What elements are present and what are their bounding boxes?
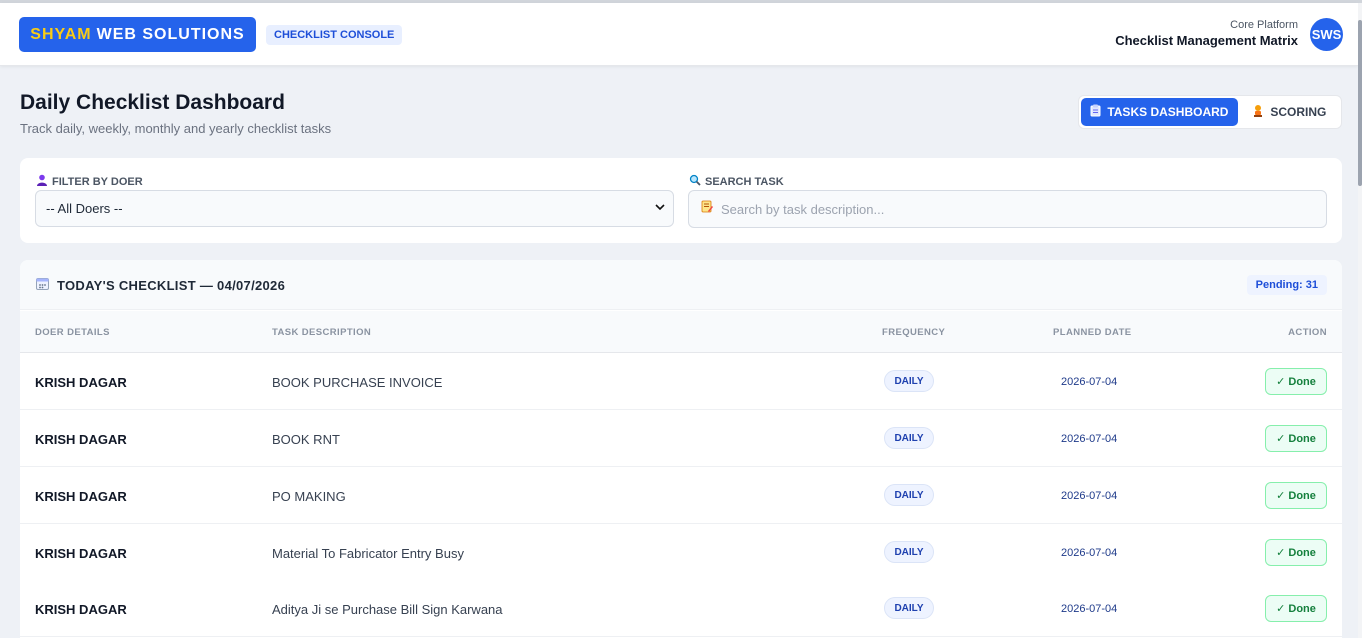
filter-doer-label-wrap: FILTER BY DOER xyxy=(36,174,143,189)
task-description: Material To Fabricator Entry Busy xyxy=(272,546,464,561)
platform-info: Core Platform Checklist Management Matri… xyxy=(1115,19,1298,48)
scrollbar-thumb[interactable] xyxy=(1358,20,1362,186)
task-description: BOOK RNT xyxy=(272,432,340,447)
console-badge: CHECKLIST CONSOLE xyxy=(266,25,403,45)
table-row: KRISH DAGAR Material To Fabricator Entry… xyxy=(20,524,1342,581)
planned-date: 2026-07-04 xyxy=(1061,433,1118,445)
checklist-title: TODAY'S CHECKLIST — 04/07/2026 xyxy=(57,277,286,293)
page-title: Daily Checklist Dashboard xyxy=(20,91,285,114)
filter-panel: FILTER BY DOER -- All Doers -- SEARCH TA… xyxy=(20,158,1342,243)
doer-name: KRISH DAGAR xyxy=(35,602,127,617)
clipboard-icon xyxy=(1090,104,1101,120)
page-subtitle: Track daily, weekly, monthly and yearly … xyxy=(20,121,332,136)
table-row: KRISH DAGAR BOOK PURCHASE INVOICE DAILY … xyxy=(20,353,1342,410)
search-input[interactable] xyxy=(721,201,1301,217)
tab-scoring-label: SCORING xyxy=(1270,105,1327,119)
memo-icon xyxy=(701,200,713,218)
col-task-description: TASK DESCRIPTION xyxy=(272,327,372,338)
platform-title: Checklist Management Matrix xyxy=(1115,33,1298,48)
chevron-down-icon xyxy=(655,202,665,214)
doer-name: KRISH DAGAR xyxy=(35,432,127,447)
trophy-icon xyxy=(1252,104,1264,120)
doer-name: KRISH DAGAR xyxy=(35,375,127,390)
filter-doer-label: FILTER BY DOER xyxy=(52,175,143,188)
task-description: Aditya Ji se Purchase Bill Sign Karwana xyxy=(272,602,503,617)
frequency-badge: DAILY xyxy=(884,427,934,449)
checklist-title-wrap: TODAY'S CHECKLIST — 04/07/2026 xyxy=(36,277,285,293)
done-button[interactable]: ✓ Done xyxy=(1265,595,1327,622)
app-header: SHYAM WEB SOLUTIONS CHECKLIST CONSOLE Co… xyxy=(0,3,1358,66)
frequency-badge: DAILY xyxy=(884,541,934,563)
calendar-icon xyxy=(36,277,49,293)
pending-count-badge: Pending: 31 xyxy=(1246,275,1327,295)
brand-logo[interactable]: SHYAM WEB SOLUTIONS xyxy=(19,17,256,52)
planned-date: 2026-07-04 xyxy=(1061,376,1118,388)
avatar[interactable]: SWS xyxy=(1310,18,1343,51)
tab-scoring[interactable]: SCORING xyxy=(1240,98,1339,126)
frequency-badge: DAILY xyxy=(884,484,934,506)
col-doer-details: DOER DETAILS xyxy=(35,327,110,338)
planned-date: 2026-07-04 xyxy=(1061,490,1118,502)
table-row: KRISH DAGAR PO MAKING DAILY 2026-07-04 ✓… xyxy=(20,467,1342,524)
checklist-table: TODAY'S CHECKLIST — 04/07/2026 Pending: … xyxy=(20,260,1342,638)
tab-tasks-dashboard[interactable]: TASKS DASHBOARD xyxy=(1081,98,1238,126)
user-icon xyxy=(36,174,48,189)
brand-accent: SHYAM xyxy=(30,25,92,43)
frequency-badge: DAILY xyxy=(884,597,934,619)
search-task-label-wrap: SEARCH TASK xyxy=(689,174,784,189)
tab-tasks-dashboard-label: TASKS DASHBOARD xyxy=(1107,105,1229,119)
platform-label: Core Platform xyxy=(1230,19,1298,31)
planned-date: 2026-07-04 xyxy=(1061,547,1118,559)
doer-name: KRISH DAGAR xyxy=(35,489,127,504)
brand-name: WEB SOLUTIONS xyxy=(96,25,245,43)
done-button[interactable]: ✓ Done xyxy=(1265,482,1327,509)
frequency-badge: DAILY xyxy=(884,370,934,392)
done-button[interactable]: ✓ Done xyxy=(1265,368,1327,395)
checklist-header: TODAY'S CHECKLIST — 04/07/2026 Pending: … xyxy=(20,260,1342,310)
planned-date: 2026-07-04 xyxy=(1061,603,1118,615)
done-button[interactable]: ✓ Done xyxy=(1265,425,1327,452)
search-field[interactable] xyxy=(688,190,1327,228)
done-button[interactable]: ✓ Done xyxy=(1265,539,1327,566)
search-icon xyxy=(689,174,701,189)
table-header-row: DOER DETAILS TASK DESCRIPTION FREQUENCY … xyxy=(20,311,1342,353)
doer-name: KRISH DAGAR xyxy=(35,546,127,561)
doer-select-value: -- All Doers -- xyxy=(46,201,123,216)
search-task-label: SEARCH TASK xyxy=(705,175,784,188)
table-row: KRISH DAGAR Aditya Ji se Purchase Bill S… xyxy=(20,580,1342,637)
task-description: BOOK PURCHASE INVOICE xyxy=(272,375,443,390)
view-switcher: TASKS DASHBOARD SCORING xyxy=(1078,95,1342,129)
task-description: PO MAKING xyxy=(272,489,346,504)
table-row: KRISH DAGAR BOOK RNT DAILY 2026-07-04 ✓ … xyxy=(20,410,1342,467)
col-frequency: FREQUENCY xyxy=(882,327,946,338)
col-planned-date: PLANNED DATE xyxy=(1053,327,1132,338)
doer-select[interactable]: -- All Doers -- xyxy=(35,190,674,227)
col-action: ACTION xyxy=(1288,327,1327,338)
